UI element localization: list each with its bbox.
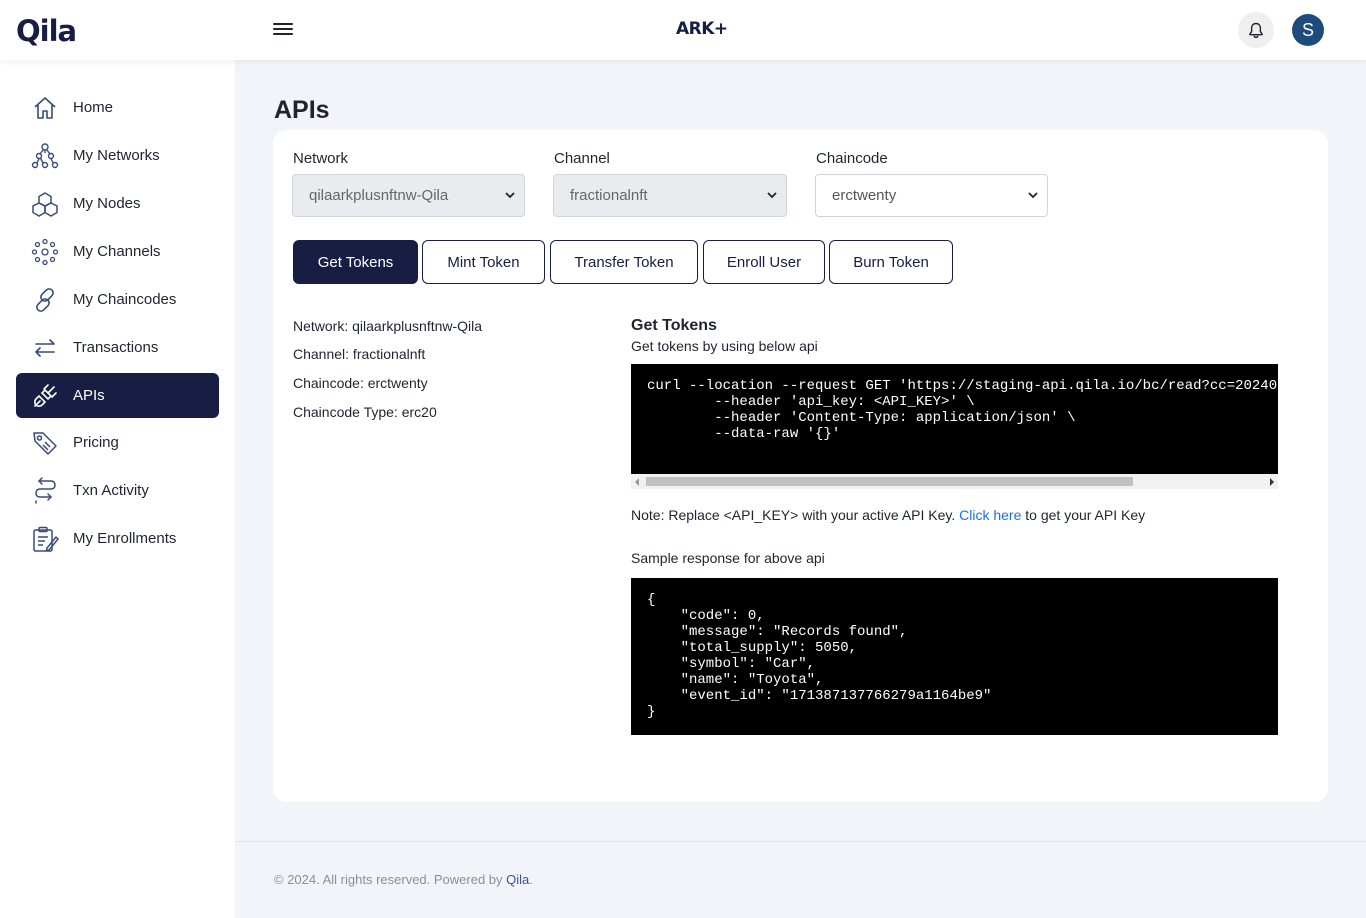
network-select-value: qilaarkplusnftnw-Qila [309, 187, 449, 204]
tag-icon [33, 432, 57, 455]
section-subtitle: Get tokens by using below api [631, 338, 818, 354]
sidebar-item-apis[interactable]: APIs [16, 373, 219, 418]
sidebar-item-label: Pricing [73, 434, 119, 451]
request-code-block[interactable]: curl --location --request GET 'https://s… [631, 364, 1278, 474]
chevron-down-icon [767, 192, 777, 199]
route-icon [35, 477, 56, 504]
channel-label: Channel [554, 150, 610, 167]
home-icon [34, 97, 56, 119]
page-title: APIs [274, 96, 330, 124]
chevron-down-icon [505, 192, 515, 199]
sidebar-item-my-nodes[interactable]: My Nodes [16, 181, 219, 226]
network-label: Network [293, 150, 349, 167]
sidebar-item-label: APIs [73, 387, 105, 404]
response-code-block: { "code": 0, "message": "Records found",… [631, 578, 1278, 735]
tab-transfer-token[interactable]: Transfer Token [550, 240, 698, 284]
section-title: Get Tokens [631, 317, 717, 334]
info-chaincode-type: Chaincode Type: erc20 [293, 404, 437, 420]
user-avatar[interactable]: S [1292, 14, 1324, 46]
network-icon [31, 143, 59, 169]
chevron-down-icon [1028, 192, 1038, 199]
qila-logo[interactable]: Qila [16, 14, 77, 48]
sidebar-item-label: My Chaincodes [73, 291, 177, 308]
plug-icon [34, 384, 57, 407]
footer: © 2024. All rights reserved. Powered by … [274, 872, 533, 887]
sidebar-item-my-enrollments[interactable]: My Enrollments [16, 516, 219, 561]
nodes-icon [32, 192, 58, 217]
footer-text: © 2024. All rights reserved. Powered by [274, 872, 503, 887]
info-network: Network: qilaarkplusnftnw-Qila [293, 318, 483, 334]
sidebar-item-label: My Enrollments [73, 530, 177, 547]
sample-response-label: Sample response for above api [631, 550, 825, 566]
scrollbar-thumb[interactable] [646, 477, 1133, 486]
note-prefix: Note: Replace <API_KEY> with your active… [631, 507, 956, 523]
tab-burn-token[interactable]: Burn Token [829, 240, 953, 284]
sidebar-item-my-chaincodes[interactable]: My Chaincodes [16, 277, 219, 322]
sidebar: Home My Networks My Nodes My Channels My… [0, 60, 235, 918]
tab-mint-token[interactable]: Mint Token [422, 240, 545, 284]
sidebar-item-label: Txn Activity [73, 482, 149, 499]
chaincode-select-value: erctwenty [832, 187, 897, 204]
sidebar-item-label: My Channels [73, 243, 161, 260]
api-key-note: Note: Replace <API_KEY> with your active… [631, 507, 1145, 523]
sidebar-item-my-networks[interactable]: My Networks [16, 133, 219, 178]
hamburger-menu-icon[interactable] [272, 20, 294, 42]
code-horizontal-scrollbar[interactable] [631, 474, 1278, 489]
scroll-right-icon[interactable] [1270, 478, 1274, 486]
link-icon [36, 288, 54, 312]
footer-period: . [529, 872, 533, 887]
network-select[interactable]: qilaarkplusnftnw-Qila [292, 174, 525, 217]
sidebar-item-pricing[interactable]: Pricing [16, 420, 219, 465]
chaincode-label: Chaincode [816, 150, 888, 167]
sidebar-item-label: Home [73, 99, 114, 116]
sidebar-item-label: My Nodes [73, 195, 141, 212]
sidebar-item-label: My Networks [73, 147, 160, 164]
info-channel: Channel: fractionalnft [293, 346, 426, 362]
sidebar-item-my-channels[interactable]: My Channels [16, 229, 219, 274]
sidebar-item-home[interactable]: Home [16, 85, 219, 130]
click-here-link[interactable]: Click here [959, 507, 1021, 523]
sidebar-item-txn-activity[interactable]: Txn Activity [16, 468, 219, 513]
channels-icon [31, 238, 59, 266]
scroll-left-icon[interactable] [635, 478, 639, 486]
bell-icon [1249, 22, 1263, 38]
footer-divider [235, 841, 1366, 842]
note-suffix: to get your API Key [1025, 507, 1146, 523]
top-bar: Qila ARK+ S [0, 0, 1366, 60]
tab-enroll-user[interactable]: Enroll User [703, 240, 825, 284]
info-chaincode: Chaincode: erctwenty [293, 375, 428, 391]
ark-plus-brand: ARK+ [676, 19, 728, 39]
channel-select-value: fractionalnft [570, 187, 648, 204]
arrows-icon [35, 339, 55, 357]
sidebar-item-label: Transactions [73, 339, 159, 356]
clipboard-icon [33, 526, 59, 552]
footer-qila-link[interactable]: Qila [506, 872, 529, 887]
sidebar-item-transactions[interactable]: Transactions [16, 325, 219, 370]
channel-select[interactable]: fractionalnft [553, 174, 787, 217]
chaincode-select[interactable]: erctwenty [815, 174, 1048, 217]
notifications-button[interactable] [1238, 12, 1274, 48]
tab-get-tokens[interactable]: Get Tokens [293, 240, 418, 284]
